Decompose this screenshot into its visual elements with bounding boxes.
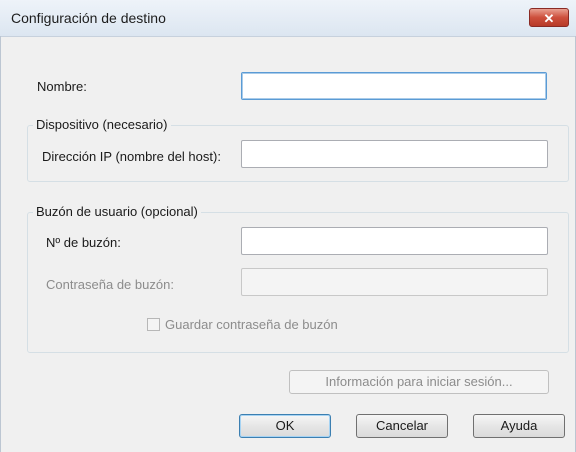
close-icon: ✕: [543, 11, 555, 26]
nombre-input[interactable]: [241, 72, 547, 100]
password-input[interactable]: [241, 268, 548, 296]
login-info-button[interactable]: Información para iniciar sesión...: [289, 370, 549, 394]
ip-label: Dirección IP (nombre del host):: [42, 149, 221, 164]
dispositivo-legend: Dispositivo (necesario): [33, 117, 171, 132]
ok-button[interactable]: OK: [239, 414, 331, 438]
numero-buzon-label: Nº de buzón:: [46, 235, 121, 250]
help-button[interactable]: Ayuda: [473, 414, 565, 438]
ip-input[interactable]: [241, 140, 548, 168]
cancel-button[interactable]: Cancelar: [356, 414, 448, 438]
close-button[interactable]: ✕: [529, 8, 569, 27]
window-title: Configuración de destino: [11, 10, 166, 26]
nombre-label: Nombre:: [37, 79, 87, 94]
numero-buzon-input[interactable]: [241, 227, 548, 255]
buzon-legend: Buzón de usuario (opcional): [33, 204, 201, 219]
title-bar: Configuración de destino ✕: [0, 0, 576, 37]
save-password-label: Guardar contraseña de buzón: [165, 317, 338, 332]
save-password-checkbox[interactable]: [147, 318, 160, 331]
password-label: Contraseña de buzón:: [46, 277, 174, 292]
